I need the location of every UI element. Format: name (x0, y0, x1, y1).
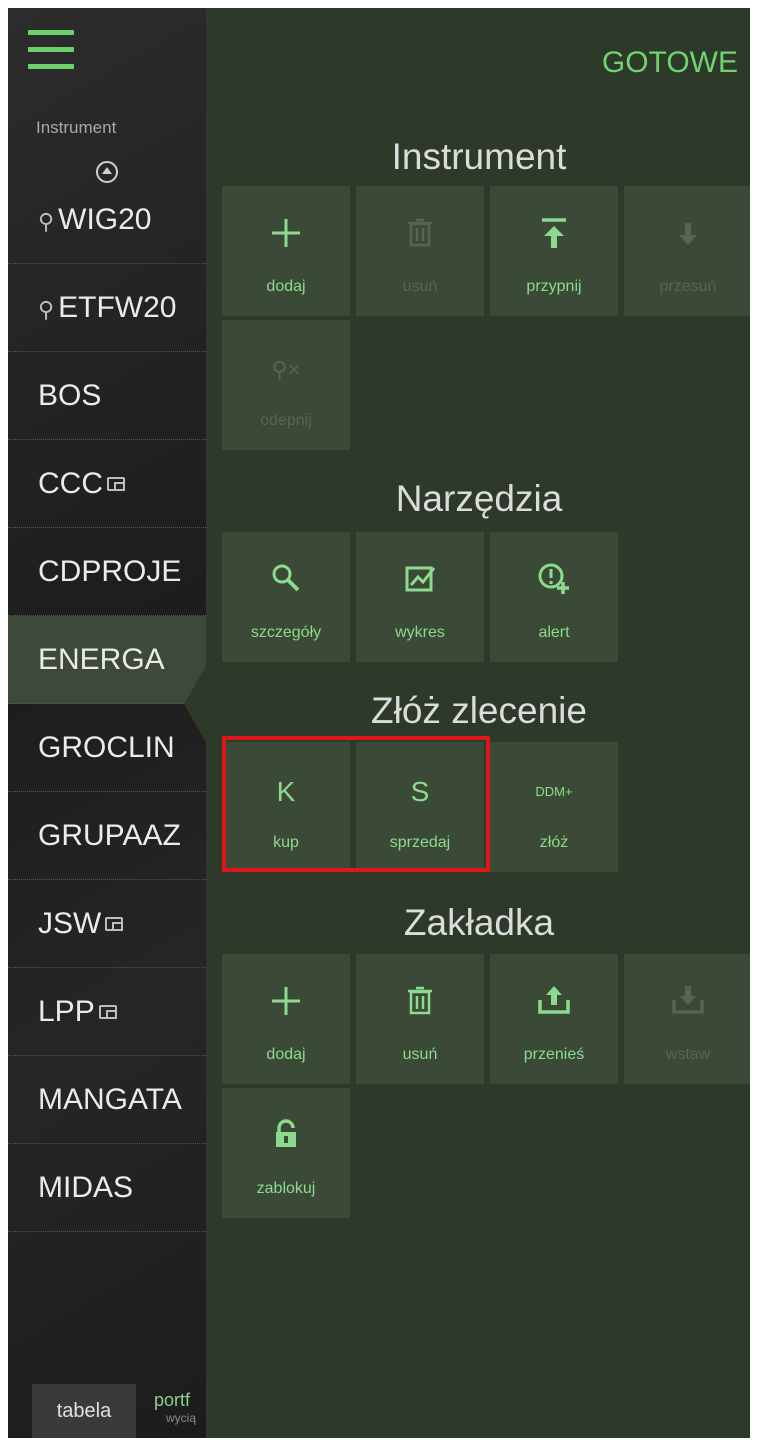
unpin-icon: ⚲× (271, 357, 301, 382)
group-title-instrument: Instrument (391, 136, 567, 177)
tab-move-button[interactable]: przenieś (490, 954, 618, 1084)
list-item[interactable]: ⚲ ETFW20 (8, 264, 208, 352)
hamburger-menu-icon[interactable] (28, 30, 74, 70)
instrument-unpin-button[interactable]: ⚲× odepnij (222, 320, 350, 450)
alert-add-icon (490, 562, 618, 602)
tab-add-button[interactable]: dodaj (222, 954, 350, 1084)
tab-portfel[interactable]: portf wycią (148, 1384, 208, 1438)
tile-label: szczegóły (250, 624, 322, 641)
tab-insert-button[interactable]: wstaw (624, 954, 750, 1084)
lock-icon (222, 1118, 350, 1158)
list-item-label: LPP (38, 995, 95, 1028)
list-section-label: Instrument (36, 118, 117, 137)
list-item[interactable]: MIDAS (8, 1144, 208, 1232)
list-item-label: WIG20 (58, 203, 152, 236)
plus-icon (222, 984, 350, 1024)
tools-details-button[interactable]: szczegóły (222, 532, 350, 662)
tile-label: dodaj (266, 278, 306, 295)
group-title-tools: Narzędzia (395, 478, 563, 519)
tab-portfel-label: portf (154, 1390, 191, 1410)
tab-lock-button[interactable]: zablokuj (222, 1088, 350, 1218)
tile-label: wykres (395, 624, 445, 641)
wallet-icon (98, 1005, 117, 1019)
order-ddm-button[interactable]: DDM+ złóż (490, 742, 618, 872)
list-item-label: ETFW20 (58, 291, 177, 324)
ddm-icon: DDM+ (535, 784, 573, 799)
highlight-box (222, 736, 490, 872)
pin-icon: ⚲ (38, 209, 55, 234)
tools-chart-button[interactable]: wykres (356, 532, 484, 662)
list-item-label: ENERGA (38, 643, 165, 676)
list-item[interactable]: LPP (8, 968, 208, 1056)
instrument-add-button[interactable]: dodaj (222, 186, 350, 316)
tile-label: przenieś (523, 1046, 585, 1063)
tile-label: przesuń (659, 278, 717, 295)
tab-remove-button[interactable]: usuń (356, 954, 484, 1084)
chart-icon (356, 562, 484, 602)
list-item-label: GROCLIN (38, 731, 175, 764)
list-item[interactable]: ⚲ WIG20 (8, 176, 208, 264)
list-item[interactable]: CDPROJE (8, 528, 208, 616)
tile-label: usuń (402, 278, 438, 295)
tab-portfel-sublabel: wycią (165, 1411, 196, 1425)
pin-top-icon (490, 216, 618, 256)
list-item-label: CDPROJE (38, 555, 182, 588)
pin-icon: ⚲ (38, 297, 55, 322)
done-button[interactable]: GOTOWE (602, 46, 738, 80)
trash-icon (356, 216, 484, 256)
instrument-pin-button[interactable]: przypnij (490, 186, 618, 316)
list-item[interactable]: GRUPAAZ (8, 792, 208, 880)
upload-icon (490, 984, 618, 1024)
tools-alert-button[interactable]: alert (490, 532, 618, 662)
bottom-tab-bar: tabela portf wycią (8, 1378, 208, 1438)
tab-tabela[interactable]: tabela (32, 1384, 136, 1438)
download-icon (624, 984, 750, 1024)
tile-label: usuń (402, 1046, 438, 1063)
list-item-label: MIDAS (38, 1171, 134, 1204)
list-item[interactable]: BOS (8, 352, 208, 440)
list-item-label: MANGATA (38, 1083, 182, 1116)
tile-label: zablokuj (256, 1180, 316, 1197)
group-title-tab: Zakładka (403, 902, 555, 943)
tile-label: wstaw (665, 1046, 711, 1063)
tile-label: złóż (539, 834, 569, 851)
instrument-move-button[interactable]: przesuń (624, 186, 750, 316)
list-item[interactable]: MANGATA (8, 1056, 208, 1144)
trash-icon (356, 984, 484, 1024)
tile-label: odepnij (260, 412, 312, 429)
tile-label: alert (538, 624, 570, 641)
magnifier-icon (222, 562, 350, 602)
tile-label: dodaj (266, 1046, 306, 1063)
tile-label: przypnij (526, 278, 582, 295)
plus-icon (222, 216, 350, 256)
app-screen: Instrument ⚲ WIG20 ⚲ ETFW20 BOS CCC CDPROJ… (8, 8, 750, 1438)
list-item-label: GRUPAAZ (38, 819, 181, 852)
list-item-label: BOS (38, 379, 102, 412)
group-title-place-order: Złóż zlecenie (371, 690, 587, 731)
instrument-remove-button[interactable]: usuń (356, 186, 484, 316)
arrow-down-icon (624, 216, 750, 256)
